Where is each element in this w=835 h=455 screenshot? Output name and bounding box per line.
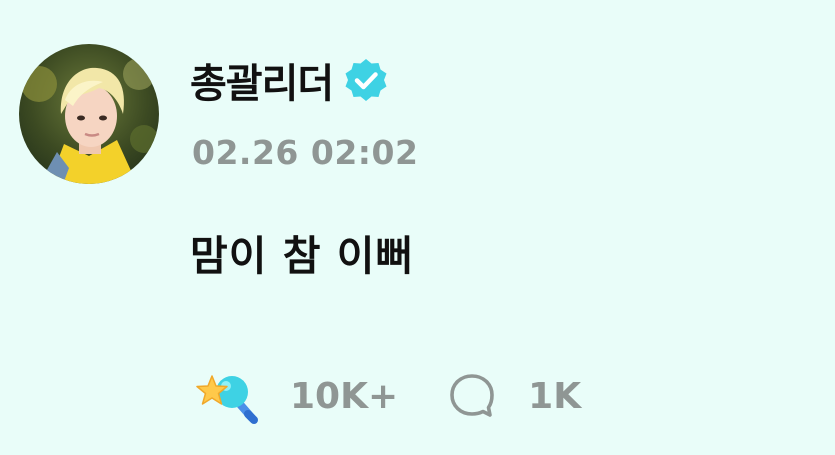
verified-badge-icon: [345, 59, 387, 101]
speech-bubble-icon: [450, 374, 494, 417]
post-actions: 10K+ 1K: [196, 364, 581, 428]
comment-button[interactable]: 1K: [448, 372, 581, 420]
post-card: 총괄리더 02.26 02:02 맘이 참 이뻐 10K+ 1K: [0, 0, 835, 455]
author-name[interactable]: 총괄리더: [190, 51, 334, 109]
comment-count: 1K: [528, 375, 582, 417]
cheer-button[interactable]: 10K+: [196, 366, 398, 426]
cheer-count: 10K+: [290, 375, 399, 417]
post-timestamp: 02.26 02:02: [192, 133, 419, 172]
avatar-photo: [19, 44, 159, 184]
author-row: 총괄리더: [190, 50, 389, 110]
post-text: 맘이 참 이뻐: [190, 232, 415, 280]
avatar[interactable]: [19, 44, 159, 184]
star-wand-icon: [196, 375, 258, 424]
